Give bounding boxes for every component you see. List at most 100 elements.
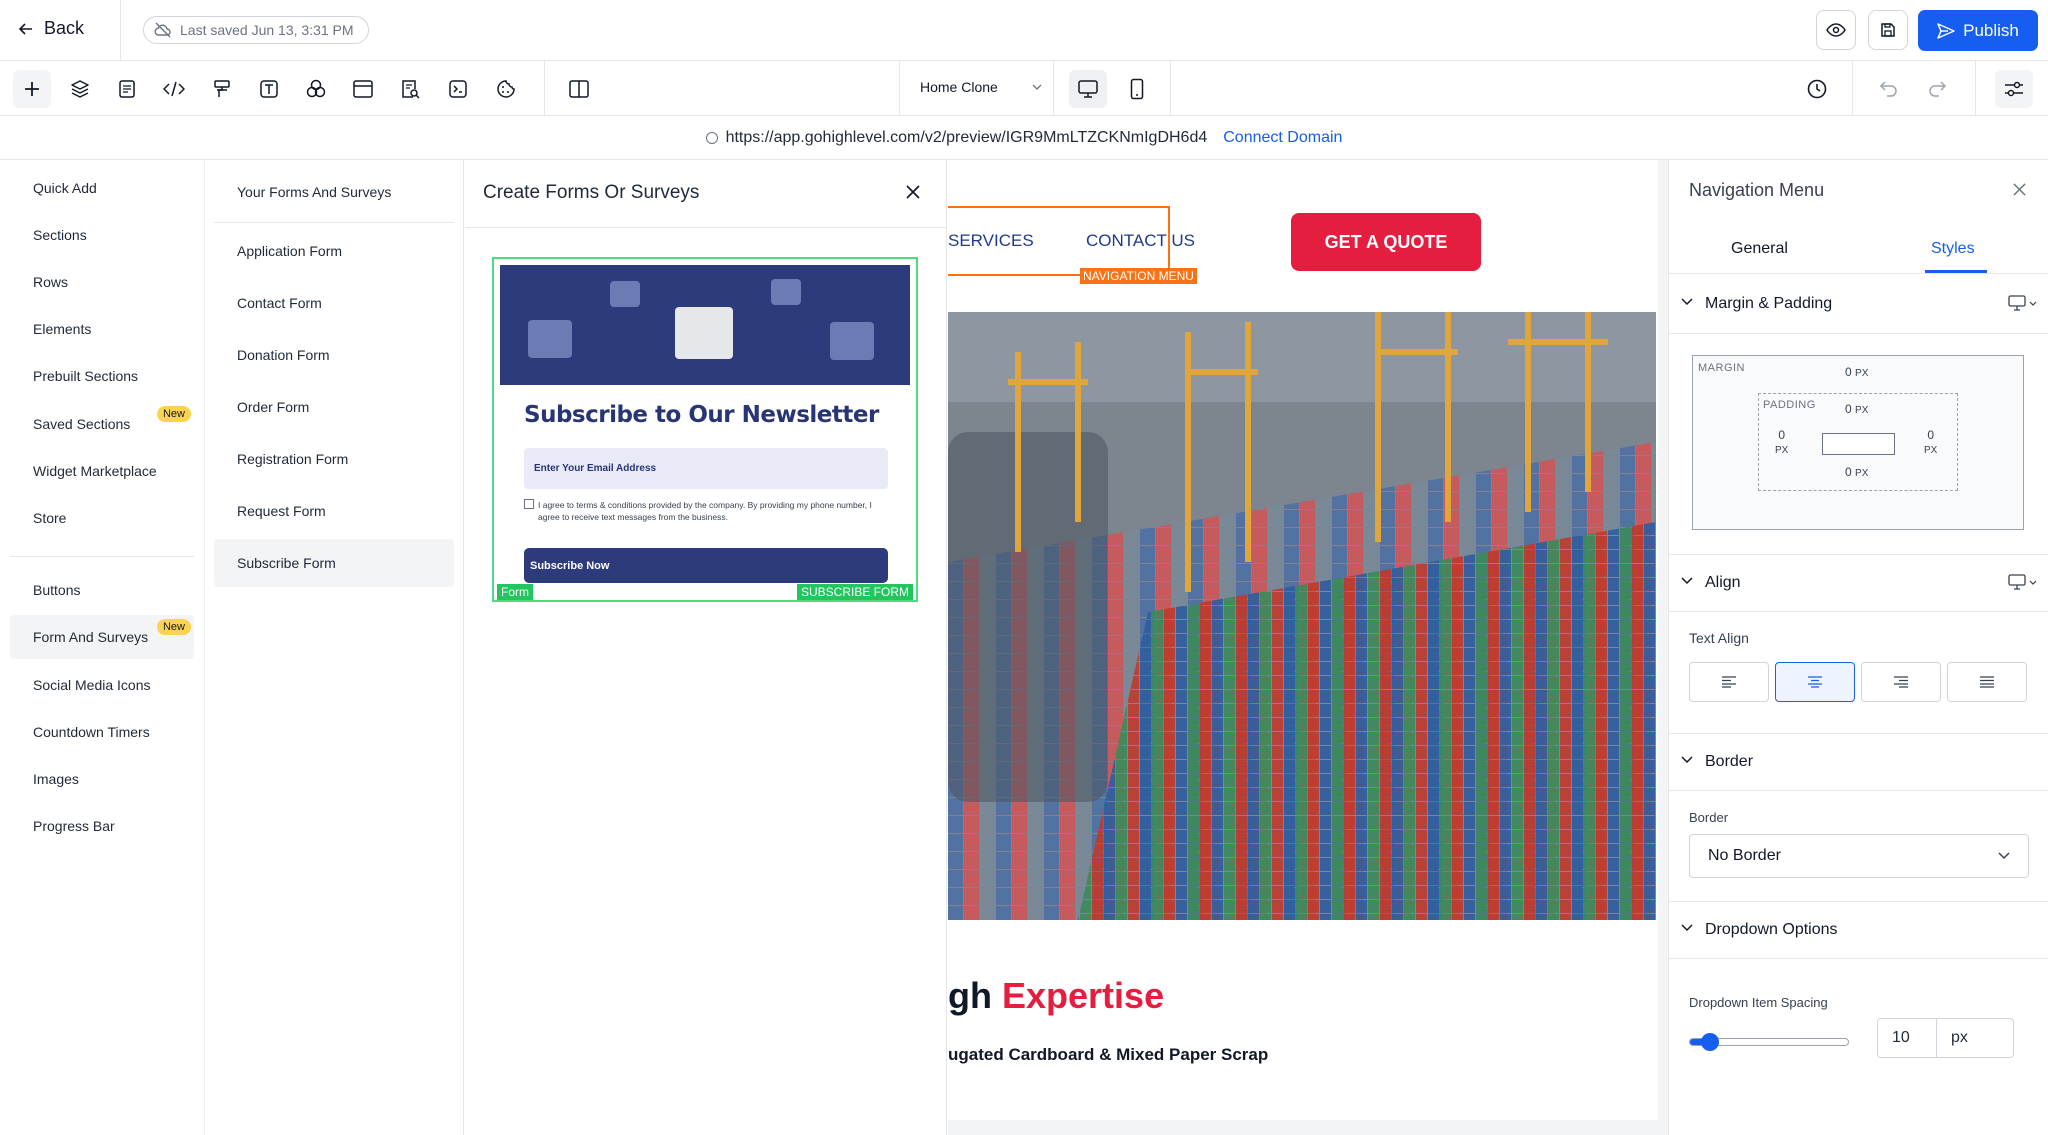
publish-button[interactable]: Publish	[1918, 10, 2038, 51]
split-view-button[interactable]	[560, 70, 598, 108]
category-label: Progress Bar	[33, 818, 115, 834]
padding-bottom-value[interactable]: 0 PX	[1845, 465, 1868, 479]
envelope-icon	[610, 281, 640, 307]
nav-link-services[interactable]: SERVICES	[948, 231, 1034, 251]
dropdown-spacing-slider[interactable]	[1689, 1033, 1849, 1051]
margin-top-value[interactable]: 0 PX	[1845, 365, 1868, 379]
cookie-button[interactable]	[487, 70, 525, 108]
category-label: Countdown Timers	[33, 724, 150, 740]
section-heading: gh Expertise	[948, 975, 1164, 1017]
create-panel-header: Create Forms Or Surveys	[465, 160, 947, 228]
category-widget-marketplace[interactable]: Widget Marketplace	[10, 449, 194, 493]
text-button[interactable]	[250, 70, 288, 108]
code-button[interactable]	[155, 70, 193, 108]
desktop-view-button[interactable]	[1069, 70, 1107, 108]
back-label: Back	[44, 18, 85, 38]
settings-panel-button[interactable]	[1995, 70, 2033, 108]
form-item-order[interactable]: Order Form	[214, 383, 454, 431]
page-selector[interactable]: Home Clone	[920, 79, 1042, 95]
form-item-request[interactable]: Request Form	[214, 487, 454, 535]
undo-button[interactable]	[1870, 70, 1908, 108]
device-selector[interactable]	[2008, 574, 2037, 590]
layers-icon	[71, 80, 89, 98]
category-countdown-timers[interactable]: Countdown Timers	[10, 710, 194, 754]
seo-button[interactable]	[391, 70, 429, 108]
new-badge: New	[156, 406, 191, 422]
border-section[interactable]: Border	[1669, 733, 2048, 791]
paint-button[interactable]	[203, 70, 241, 108]
padding-right-value[interactable]: 0 PX	[1924, 428, 1937, 458]
pages-button[interactable]	[108, 70, 146, 108]
align-left-button[interactable]	[1689, 662, 1769, 702]
category-social-media-icons[interactable]: Social Media Icons	[10, 663, 194, 707]
form-item-subscribe[interactable]: Subscribe Form	[214, 539, 454, 587]
category-sections[interactable]: Sections	[10, 213, 194, 257]
form-item-label: Order Form	[237, 399, 310, 415]
category-progress-bar[interactable]: Progress Bar	[10, 804, 194, 848]
dropdown-spacing-unit[interactable]: px	[1936, 1018, 2014, 1058]
padding-left-value[interactable]: 0 PX	[1775, 428, 1788, 458]
value: 0	[1845, 365, 1852, 379]
back-button[interactable]: Back	[18, 18, 84, 39]
category-elements[interactable]: Elements	[10, 307, 194, 351]
chevron-down-icon	[2029, 301, 2037, 306]
tab-styles[interactable]: Styles	[1931, 240, 1975, 258]
section-label: Align	[1705, 574, 1741, 591]
category-form-and-surveys[interactable]: Form And Surveys New	[10, 615, 194, 659]
category-prebuilt-sections[interactable]: Prebuilt Sections	[10, 354, 194, 398]
border-select[interactable]: No Border	[1689, 834, 2029, 878]
columns-icon	[569, 80, 589, 98]
category-images[interactable]: Images	[10, 757, 194, 801]
preview-button[interactable]	[1816, 10, 1856, 50]
category-buttons[interactable]: Buttons	[10, 568, 194, 612]
floppy-disk-icon	[1881, 23, 1895, 37]
form-item-donation[interactable]: Donation Form	[214, 331, 454, 379]
form-item-registration[interactable]: Registration Form	[214, 435, 454, 483]
category-saved-sections[interactable]: Saved Sections New	[10, 402, 194, 446]
align-justify-button[interactable]	[1947, 662, 2027, 702]
connect-domain-link[interactable]: Connect Domain	[1223, 129, 1342, 147]
device-selector[interactable]	[2008, 295, 2037, 311]
mobile-view-button[interactable]	[1118, 70, 1156, 108]
dropdown-spacing-input[interactable]: 10	[1877, 1018, 1937, 1058]
shapes-button[interactable]	[297, 70, 335, 108]
consent-text: I agree to terms & conditions provided b…	[538, 500, 872, 522]
divider	[1852, 61, 1853, 116]
tab-general[interactable]: General	[1731, 240, 1788, 258]
align-section[interactable]: Align	[1669, 554, 2048, 612]
category-store[interactable]: Store	[10, 496, 194, 540]
slider-knob[interactable]	[1701, 1033, 1719, 1051]
terminal-button[interactable]	[439, 70, 477, 108]
padding-top-value[interactable]: 0 PX	[1845, 402, 1868, 416]
nav-link-contact[interactable]: CONTACT US	[1086, 231, 1195, 251]
redo-button[interactable]	[1918, 70, 1956, 108]
save-button[interactable]	[1868, 10, 1908, 50]
get-a-quote-button[interactable]: GET A QUOTE	[1291, 213, 1481, 271]
text-icon	[260, 80, 278, 98]
form-item-contact[interactable]: Contact Form	[214, 279, 454, 327]
chevron-down-icon	[1681, 298, 1693, 306]
close-icon[interactable]	[2012, 182, 2027, 197]
align-right-button[interactable]	[1861, 662, 1941, 702]
create-panel-title: Create Forms Or Surveys	[483, 182, 700, 203]
dropdown-spacing-label: Dropdown Item Spacing	[1689, 995, 1828, 1010]
layout-icon	[353, 80, 373, 98]
layout-button[interactable]	[344, 70, 382, 108]
history-button[interactable]	[1798, 70, 1836, 108]
add-element-button[interactable]	[13, 70, 51, 108]
subscribe-form-preview[interactable]: Subscribe to Our Newsletter Enter Your E…	[492, 257, 918, 602]
margin-padding-section[interactable]: Margin & Padding	[1669, 276, 2048, 334]
form-item-application[interactable]: Application Form	[214, 227, 454, 275]
hero-image	[948, 312, 1656, 920]
category-quick-add[interactable]: Quick Add	[10, 166, 194, 210]
preview-url[interactable]: https://app.gohighlevel.com/v2/preview/I…	[726, 129, 1208, 147]
layers-button[interactable]	[61, 70, 99, 108]
align-center-button[interactable]	[1775, 662, 1855, 702]
sliders-icon	[2005, 81, 2023, 97]
close-icon[interactable]	[905, 184, 921, 200]
dropdown-options-section[interactable]: Dropdown Options	[1669, 901, 2048, 959]
heading-prefix: gh	[948, 975, 992, 1016]
tool-row: Home Clone	[0, 61, 2048, 116]
category-rows[interactable]: Rows	[10, 260, 194, 304]
form-item-label: Donation Form	[237, 347, 330, 363]
